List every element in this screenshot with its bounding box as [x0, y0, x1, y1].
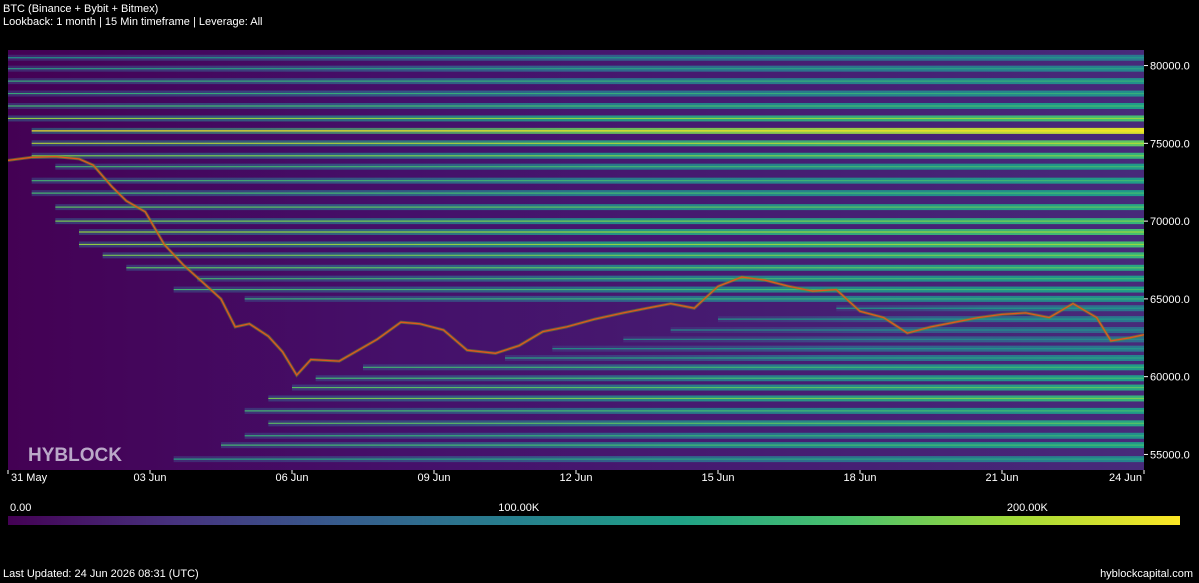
x-tick-label: 15 Jun: [701, 472, 734, 484]
colorbar: [8, 516, 1180, 525]
x-tick-label: 21 Jun: [985, 472, 1018, 484]
colorbar-label: 100.00K: [498, 502, 540, 514]
x-tick-label: 03 Jun: [133, 472, 166, 484]
x-tick-label: 09 Jun: [417, 472, 450, 484]
x-tick-label: 31 May: [11, 472, 48, 484]
x-axis: 31 May 03 Jun 06 Jun 09 Jun 12 Jun 15 Jun 18 J…: [7, 470, 1145, 484]
colorbar-label: 200.00K: [1007, 502, 1049, 514]
colorbar-label: 0.00: [10, 502, 31, 514]
y-tick-label: 65000.0: [1150, 294, 1190, 306]
x-tick-label: 12 Jun: [559, 472, 592, 484]
colorbar-labels: 0.00 100.00K 200.00K: [10, 502, 1049, 514]
y-tick-label: 70000.0: [1150, 216, 1190, 228]
site-link[interactable]: hyblockcapital.com: [1100, 568, 1193, 580]
liquidation-heatmap-chart: HYBLOCK 55000.0 60000.0 65000.0 70000.0 7500…: [7, 50, 1190, 525]
last-updated: Last Updated: 24 Jun 2026 08:31 (UTC): [3, 568, 199, 580]
hyblock-watermark: HYBLOCK: [28, 445, 122, 466]
x-tick-label: 06 Jun: [275, 472, 308, 484]
y-tick-label: 55000.0: [1150, 449, 1190, 461]
y-tick-label: 75000.0: [1150, 138, 1190, 150]
x-tick-label: 18 Jun: [843, 472, 876, 484]
y-axis: 55000.0 60000.0 65000.0 70000.0 75000.0 80000…: [1144, 61, 1190, 461]
y-tick-label: 80000.0: [1150, 61, 1190, 73]
x-tick-label: 24 Jun: [1109, 472, 1142, 484]
y-tick-label: 60000.0: [1150, 372, 1190, 384]
